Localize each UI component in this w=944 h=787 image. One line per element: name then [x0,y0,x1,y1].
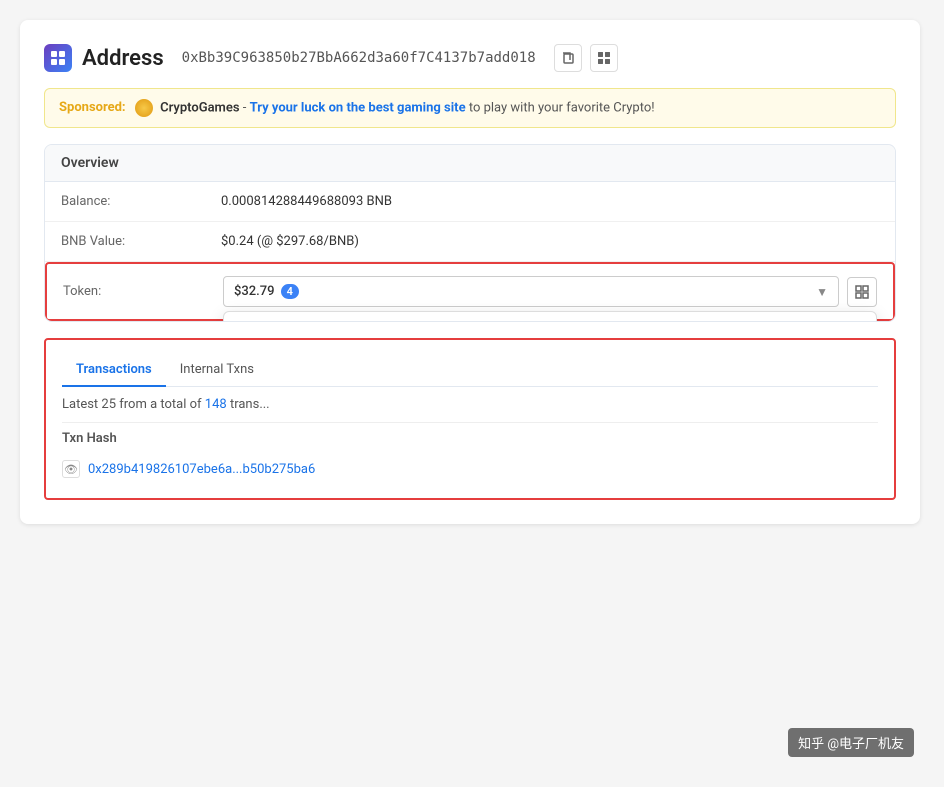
balance-label: Balance: [61,194,221,209]
sponsored-link[interactable]: Try your luck on the best gaming site [250,100,466,115]
eye-icon[interactable]: 👁 [62,460,80,478]
tx-hash-row: 👁 0x289b419826107ebe6a...b50b275ba6 [62,454,878,484]
header-actions [554,44,618,72]
token-row: Token: $32.79 4 ▼ [45,262,895,321]
tx-hash-link[interactable]: 0x289b419826107ebe6a...b50b275ba6 [88,462,315,477]
bnb-value-row: BNB Value: $0.24 (@ $297.68/BNB) [45,222,895,262]
overview-card: Overview Balance: 0.000814288449688093 B… [44,144,896,322]
tx-table-header: Txn Hash [62,422,878,454]
search-box [224,312,876,322]
address-icon [44,44,72,72]
total-count-link[interactable]: 148 [205,397,227,412]
token-label: Token: [63,276,223,299]
txn-hash-header: Txn Hash [62,431,282,446]
watermark: 知乎 @电子厂机友 [788,728,914,757]
address-header: Address 0xBb39C963850b27BbA662d3a60f7C41… [44,44,896,72]
address-hash: 0xBb39C963850b27BbA662d3a60f7C4137b7add0… [182,50,536,66]
bnb-value: $0.24 (@ $297.68/BNB) [221,234,359,249]
token-select-bar[interactable]: $32.79 4 ▼ [223,276,839,307]
sponsored-suffix: to play with your favorite Crypto! [469,100,655,115]
transactions-section: Transactions Internal Txns Latest 25 fro… [44,338,896,500]
sponsored-brand: CryptoGames [160,100,239,115]
balance-value: 0.000814288449688093 BNB [221,194,392,209]
overview-header: Overview [45,145,895,182]
chevron-down-icon: ▼ [816,285,828,299]
tx-tabs: Transactions Internal Txns [62,354,878,387]
token-dropdown: ▶ BEP-20 Tokens (4) ⇅ B Binance-Peg ... … [223,311,877,322]
page-title: Address [82,46,164,71]
crypto-games-icon [135,99,153,117]
tab-transactions[interactable]: Transactions [62,354,166,387]
expand-button[interactable] [847,277,877,307]
token-value: $32.79 [234,284,275,299]
tx-info: Latest 25 from a total of 148 trans... [62,397,878,412]
grid-button[interactable] [590,44,618,72]
copy-button[interactable] [554,44,582,72]
bnb-value-label: BNB Value: [61,234,221,249]
token-badge: 4 [281,284,299,299]
sponsored-bar: Sponsored: CryptoGames - Try your luck o… [44,88,896,128]
sponsored-label: Sponsored: [59,100,126,115]
token-right: $32.79 4 ▼ [223,276,877,307]
page-container: Address 0xBb39C963850b27BbA662d3a60f7C41… [20,20,920,524]
balance-row: Balance: 0.000814288449688093 BNB [45,182,895,222]
tab-internal-txns[interactable]: Internal Txns [166,354,268,387]
